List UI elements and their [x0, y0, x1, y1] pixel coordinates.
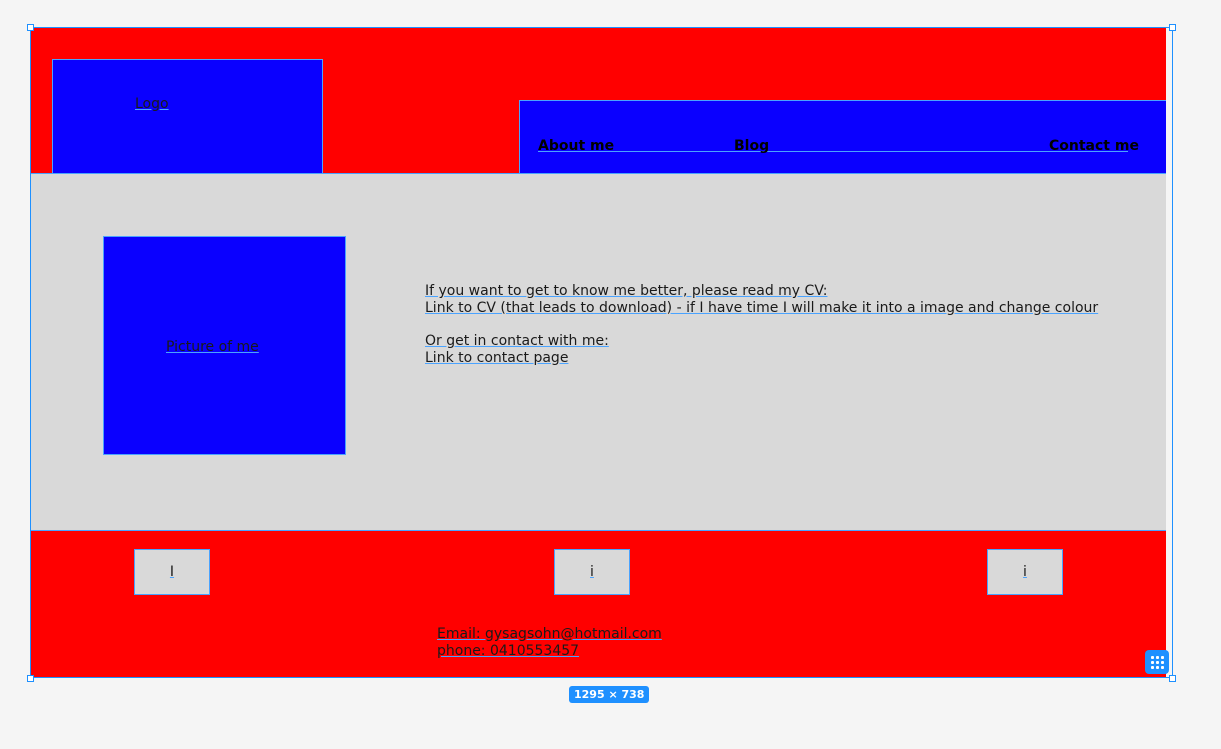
header: Logo About me Blog Contact me [31, 28, 1166, 174]
picture-placeholder[interactable]: Picture of me [103, 236, 346, 455]
nav-contact-me[interactable]: Contact me [1049, 138, 1139, 154]
webpage-frame[interactable]: Logo About me Blog Contact me Picture of… [31, 28, 1166, 678]
resize-handle-bottom-right[interactable] [1169, 675, 1176, 682]
logo-label: Logo [135, 96, 169, 112]
nav-blog[interactable]: Blog [734, 138, 769, 154]
social-button-1[interactable]: I [134, 549, 210, 595]
social-button-2[interactable]: i [554, 549, 630, 595]
frame-size-badge: 1295 × 738 [569, 686, 650, 703]
social-button-label: I [169, 564, 175, 580]
footer-phone[interactable]: phone: 0410553457 [437, 643, 662, 660]
main-section: Picture of me If you want to get to know… [31, 174, 1166, 531]
cv-link[interactable]: Link to CV (that leads to download) - if… [425, 300, 1098, 317]
resize-handle-top-right[interactable] [1169, 24, 1176, 31]
footer-contact: Email: gysagsohn@hotmail.com phone: 0410… [437, 626, 662, 660]
footer-email[interactable]: Email: gysagsohn@hotmail.com [437, 626, 662, 643]
contact-page-link[interactable]: Link to contact page [425, 350, 1098, 367]
nav-underline [538, 151, 1128, 152]
design-canvas: Logo About me Blog Contact me Picture of… [0, 0, 1221, 749]
resize-handle-bottom-left[interactable] [27, 675, 34, 682]
picture-label: Picture of me [166, 339, 259, 355]
cv-prompt: If you want to get to know me better, pl… [425, 283, 828, 299]
grid-icon[interactable] [1145, 650, 1169, 674]
social-button-label: i [1023, 564, 1027, 580]
nav-bar: About me Blog Contact me [519, 100, 1166, 174]
footer: I i i Email: gysagsohn@hotmail.com phone… [31, 531, 1166, 678]
intro-text: If you want to get to know me better, pl… [425, 283, 1098, 367]
logo-placeholder[interactable]: Logo [52, 59, 323, 174]
nav-about-me[interactable]: About me [538, 138, 614, 154]
contact-prompt: Or get in contact with me: [425, 333, 609, 349]
resize-handle-top-left[interactable] [27, 24, 34, 31]
social-button-3[interactable]: i [987, 549, 1063, 595]
social-button-label: i [590, 564, 594, 580]
